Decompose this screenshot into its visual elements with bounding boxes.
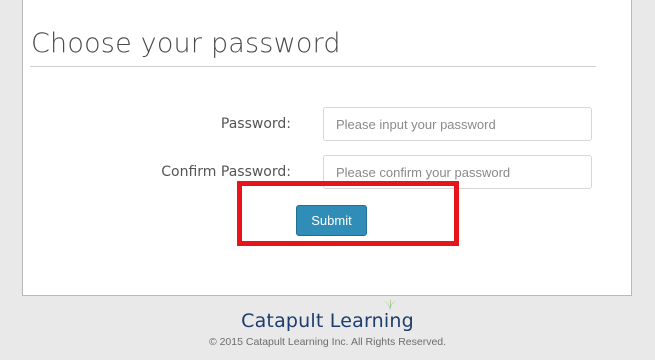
sprout-leaf-icon (383, 299, 396, 311)
title-divider (30, 66, 596, 67)
brand-name: Catapult Learning (241, 310, 414, 332)
confirm-password-label: Confirm Password: (161, 164, 291, 180)
copyright-text: © 2015 Catapult Learning Inc. All Rights… (208, 336, 447, 348)
confirm-password-input[interactable] (323, 155, 592, 189)
page-title: Choose your password (31, 28, 341, 59)
submit-button[interactable]: Submit (296, 205, 367, 236)
brand-logo: Catapult Learning (241, 299, 414, 332)
password-input[interactable] (323, 107, 592, 141)
password-form-panel: Choose your password Password: Confirm P… (22, 0, 632, 296)
password-label: Password: (220, 116, 291, 132)
footer: Catapult Learning © 2015 Catapult Learni… (0, 299, 655, 348)
